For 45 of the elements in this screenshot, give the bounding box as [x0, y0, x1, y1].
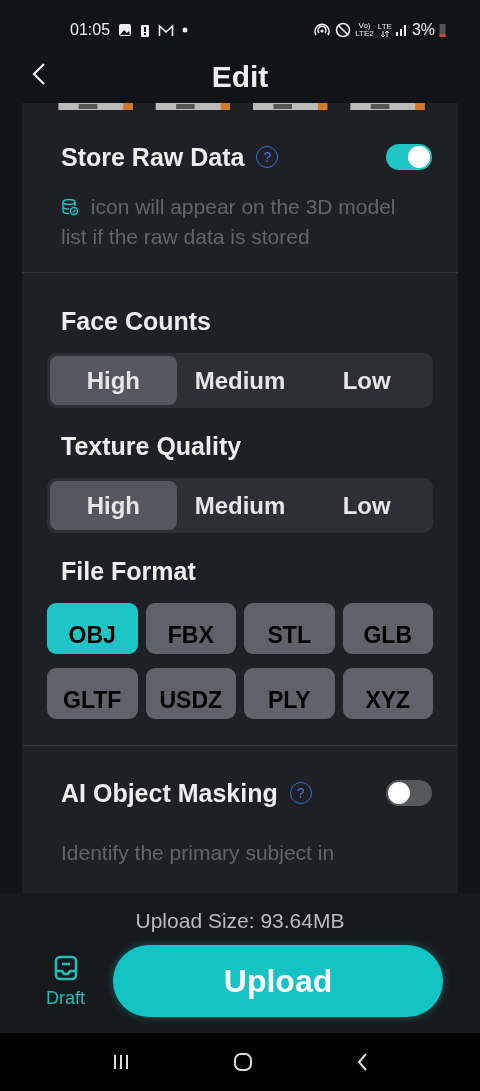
format-option[interactable]: GLTF	[47, 668, 138, 719]
file-format-label: File Format	[61, 556, 197, 587]
segment-option[interactable]: Medium	[176, 481, 304, 530]
mail-icon	[158, 23, 175, 37]
draft-button[interactable]: Draft	[46, 953, 85, 1009]
status-time: 01:05	[70, 21, 111, 39]
battery-icon	[439, 23, 446, 37]
lte-label: LTE	[377, 23, 392, 31]
format-option[interactable]: PLY	[244, 668, 335, 719]
texture-quality-label: Texture Quality	[61, 431, 243, 462]
data-arrows-icon	[379, 31, 390, 37]
segment-option[interactable]: Medium	[176, 356, 304, 405]
battery-alert-icon	[140, 22, 151, 38]
segment-option[interactable]: High	[50, 481, 177, 530]
signal-icon	[395, 24, 408, 36]
network-label: Vo)	[358, 22, 371, 30]
format-option[interactable]: GLB	[342, 603, 433, 654]
back-icon[interactable]	[356, 1052, 369, 1072]
recent-apps-icon[interactable]	[111, 1053, 130, 1071]
database-check-icon	[61, 198, 79, 216]
store-raw-data-toggle[interactable]	[386, 144, 432, 170]
format-option[interactable]: XYZ	[342, 668, 433, 719]
image-icon	[118, 23, 133, 37]
network-label: LTE2	[355, 30, 374, 38]
dot-icon	[182, 27, 189, 33]
ai-object-masking-description: Identify the primary subject in	[61, 840, 336, 866]
store-raw-data-description: icon will appear on the 3D model list if the raw data is stored	[61, 194, 397, 250]
format-option[interactable]: STL	[244, 603, 335, 654]
segment-option[interactable]: Low	[303, 481, 430, 530]
store-raw-data-label: Store Raw Data	[61, 142, 245, 172]
battery-percent: 3%	[411, 21, 435, 39]
segment-option[interactable]: High	[50, 356, 177, 405]
segment-option[interactable]: Low	[303, 356, 430, 405]
ai-object-masking-label: AI Object Masking	[61, 778, 278, 808]
upload-size-text: Upload Size: 93.64MB	[135, 909, 345, 933]
upload-button[interactable]: Upload	[113, 945, 443, 1017]
format-option[interactable]: FBX	[145, 603, 236, 654]
hotspot-icon	[313, 22, 332, 38]
blocked-icon	[335, 22, 352, 38]
format-option[interactable]: OBJ	[47, 603, 138, 654]
format-option[interactable]: USDZ	[145, 668, 236, 719]
page-title: Edit	[211, 59, 269, 94]
ai-object-masking-toggle[interactable]	[386, 780, 432, 806]
home-icon[interactable]	[233, 1052, 253, 1072]
face-counts-label: Face Counts	[61, 306, 213, 337]
